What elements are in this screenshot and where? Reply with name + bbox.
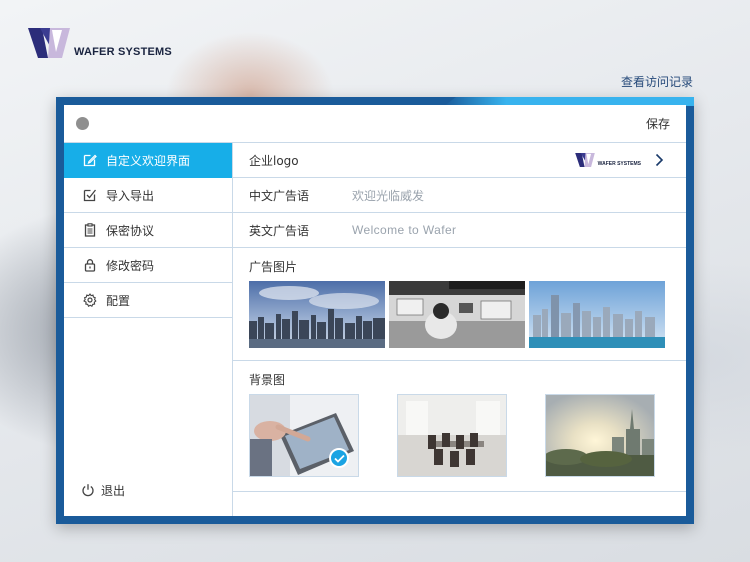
sidebar-item-change-password[interactable]: 修改密码: [64, 248, 232, 283]
logout-button[interactable]: 退出: [64, 472, 232, 508]
settings-content: 企业logo WAFER SYSTEMS 中文广告语 欢迎光临威发 英文广告语 …: [233, 143, 686, 516]
checkbox-edit-icon: [83, 188, 97, 202]
backgrounds-section: 背景图: [233, 361, 686, 492]
company-logo-preview: WAFER SYSTEMS: [574, 153, 641, 167]
chevron-right-icon[interactable]: [655, 153, 664, 167]
power-icon: [81, 483, 95, 497]
en-slogan-input[interactable]: Welcome to Wafer: [352, 223, 456, 237]
sidebar-item-label: 配置: [106, 293, 131, 308]
backgrounds-title: 背景图: [249, 373, 286, 387]
office-desk-image[interactable]: [389, 281, 525, 348]
cn-slogan-row[interactable]: 中文广告语 欢迎光临威发: [233, 178, 686, 213]
sidebar-item-label: 保密协议: [106, 223, 155, 238]
view-history-link[interactable]: 查看访问记录: [621, 73, 693, 90]
meeting-room-image[interactable]: [397, 394, 507, 477]
cn-slogan-input[interactable]: 欢迎光临威发: [352, 187, 424, 204]
sidebar-item-import-export[interactable]: 导入导出: [64, 178, 232, 213]
status-dot: [76, 117, 89, 130]
city-skyline-image[interactable]: [249, 281, 385, 348]
sidebar-item-label: 导入导出: [106, 188, 155, 203]
sidebar-item-confidentiality[interactable]: 保密协议: [64, 213, 232, 248]
gear-icon: [83, 293, 97, 307]
waterfront-city-image[interactable]: [529, 281, 665, 348]
en-slogan-label: 英文广告语: [249, 223, 310, 238]
sidebar-item-config[interactable]: 配置: [64, 283, 232, 318]
sidebar-item-label: 修改密码: [106, 258, 155, 273]
tablet-hand-image[interactable]: [249, 394, 359, 477]
document-icon: [83, 223, 97, 237]
edit-icon: [83, 153, 97, 167]
wafer-logo-icon: [28, 28, 70, 58]
ad-images-section: 广告图片: [233, 248, 686, 361]
logout-label: 退出: [101, 483, 126, 498]
cn-slogan-label: 中文广告语: [249, 188, 310, 203]
ad-images-title: 广告图片: [249, 260, 298, 274]
save-button[interactable]: 保存: [646, 115, 670, 132]
settings-panel: 保存 自定义欢迎界面 导入导出 保密协议 修改密码 配置 退出 企业logo W…: [64, 105, 686, 516]
lock-icon: [83, 258, 97, 272]
brand-logo: WAFER SYSTEMS: [28, 28, 172, 58]
settings-window: 保存 自定义欢迎界面 导入导出 保密协议 修改密码 配置 退出 企业logo W…: [56, 97, 694, 524]
selected-check-icon: [329, 448, 349, 468]
brand-name: WAFER SYSTEMS: [74, 46, 172, 58]
sidebar-item-custom-welcome[interactable]: 自定义欢迎界面: [64, 143, 232, 178]
city-sunset-image[interactable]: [545, 394, 655, 477]
en-slogan-row[interactable]: 英文广告语 Welcome to Wafer: [233, 213, 686, 248]
panel-toolbar: 保存: [64, 105, 686, 143]
wafer-logo-small-icon: [574, 153, 595, 167]
sidebar: 自定义欢迎界面 导入导出 保密协议 修改密码 配置 退出: [64, 143, 233, 516]
logo-row[interactable]: 企业logo WAFER SYSTEMS: [233, 143, 686, 178]
logo-label: 企业logo: [249, 153, 299, 168]
company-logo-text: WAFER SYSTEMS: [597, 161, 641, 167]
sidebar-item-label: 自定义欢迎界面: [106, 153, 191, 168]
